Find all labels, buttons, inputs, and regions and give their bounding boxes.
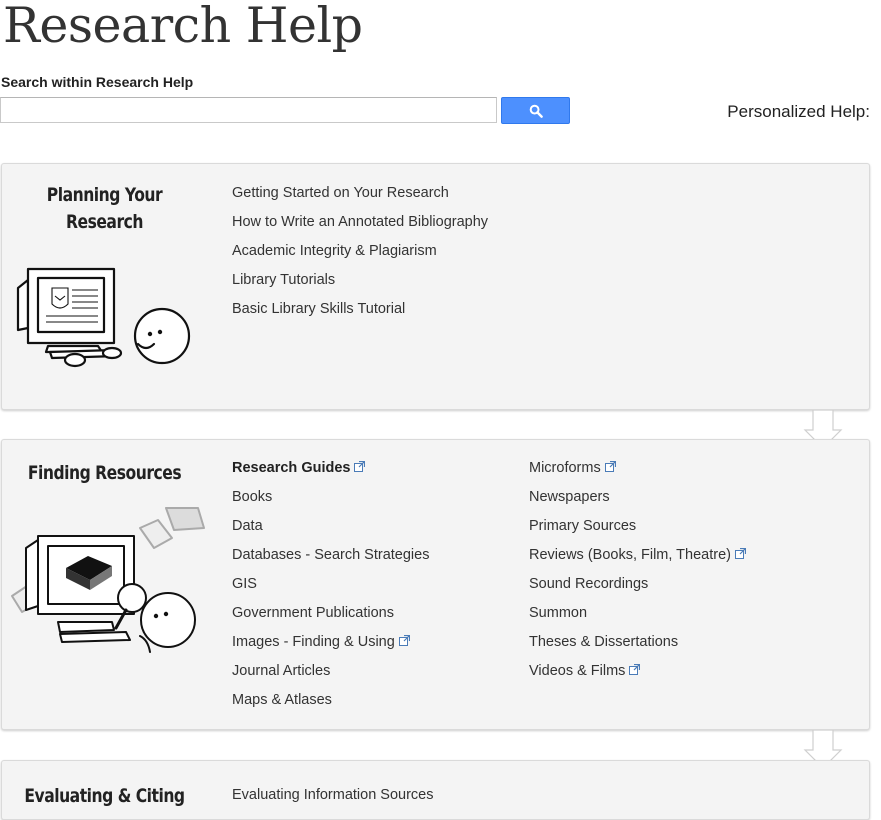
link-maps-atlases[interactable]: Maps & Atlases [232, 692, 332, 708]
link-list-col2: Microforms Newspapers Primary Sources Re… [529, 459, 746, 691]
list-item: Reviews (Books, Film, Theatre) [529, 546, 746, 575]
link-images-finding-using[interactable]: Images - Finding & Using [232, 634, 395, 650]
link-data[interactable]: Data [232, 518, 263, 534]
link-list: Getting Started on Your Research How to … [232, 184, 488, 329]
link-research-guides[interactable]: Research Guides [232, 460, 350, 476]
link-theses-dissertations[interactable]: Theses & Dissertations [529, 634, 678, 650]
list-item: Library Tutorials [232, 271, 488, 300]
link-list-col1: Research Guides Books Data Databases - S… [232, 459, 429, 720]
link-academic-integrity[interactable]: Academic Integrity & Plagiarism [232, 243, 437, 259]
list-item: Microforms [529, 459, 746, 488]
search-button[interactable] [501, 97, 570, 124]
list-item: Books [232, 488, 429, 517]
search-input[interactable] [0, 97, 497, 123]
list-item: Government Publications [232, 604, 429, 633]
section-title-line1: Planning Your [46, 184, 163, 206]
list-item: Academic Integrity & Plagiarism [232, 242, 488, 271]
list-item: Journal Articles [232, 662, 429, 691]
computer-books-magnifier-icon [11, 507, 205, 653]
external-link-icon [734, 548, 746, 559]
search-label: Search within Research Help [1, 74, 194, 90]
link-getting-started[interactable]: Getting Started on Your Research [232, 185, 449, 201]
link-sound-recordings[interactable]: Sound Recordings [529, 576, 648, 592]
section-title: Finding Resources [27, 462, 182, 484]
section-title: Evaluating & Citing [24, 785, 185, 807]
link-government-publications[interactable]: Government Publications [232, 605, 394, 621]
list-item: Maps & Atlases [232, 691, 429, 720]
link-videos-films[interactable]: Videos & Films [529, 663, 625, 679]
list-item: Data [232, 517, 429, 546]
list-item: Images - Finding & Using [232, 633, 429, 662]
link-newspapers[interactable]: Newspapers [529, 489, 610, 505]
link-evaluating-information-sources[interactable]: Evaluating Information Sources [232, 787, 434, 803]
list-item: Videos & Films [529, 662, 746, 691]
list-item: Basic Library Skills Tutorial [232, 300, 488, 329]
page-title: Research Help [3, 0, 363, 54]
list-item: Evaluating Information Sources [232, 786, 434, 815]
link-basic-library-skills[interactable]: Basic Library Skills Tutorial [232, 301, 405, 317]
list-item: Primary Sources [529, 517, 746, 546]
computer-with-smiley-icon [16, 267, 191, 368]
link-primary-sources[interactable]: Primary Sources [529, 518, 636, 534]
section-title: Planning Your Research [20, 182, 188, 236]
list-item: Research Guides [232, 459, 429, 488]
link-list: Evaluating Information Sources [232, 786, 434, 815]
section-evaluating-citing: Evaluating & Citing Evaluating Informati… [1, 760, 870, 820]
link-library-tutorials[interactable]: Library Tutorials [232, 272, 335, 288]
link-journal-articles[interactable]: Journal Articles [232, 663, 330, 679]
external-link-icon [354, 461, 366, 472]
link-databases-search-strategies[interactable]: Databases - Search Strategies [232, 547, 429, 563]
link-gis[interactable]: GIS [232, 576, 257, 592]
list-item: Theses & Dissertations [529, 633, 746, 662]
external-link-icon [629, 664, 641, 675]
list-item: Summon [529, 604, 746, 633]
list-item: Databases - Search Strategies [232, 546, 429, 575]
section-finding-resources: Finding Resources Research Guides Books … [1, 439, 870, 730]
link-microforms[interactable]: Microforms [529, 460, 601, 476]
link-annotated-bibliography[interactable]: How to Write an Annotated Bibliography [232, 214, 488, 230]
section-planning-research: Planning Your Research Getting Started o… [1, 163, 870, 410]
link-summon[interactable]: Summon [529, 605, 587, 621]
external-link-icon [398, 635, 410, 646]
list-item: Getting Started on Your Research [232, 184, 488, 213]
list-item: How to Write an Annotated Bibliography [232, 213, 488, 242]
list-item: GIS [232, 575, 429, 604]
list-item: Newspapers [529, 488, 746, 517]
personalized-help-label: Personalized Help: [727, 102, 870, 121]
section-title-line2: Research [65, 211, 144, 233]
link-reviews[interactable]: Reviews (Books, Film, Theatre) [529, 547, 731, 563]
search-icon [529, 104, 543, 118]
list-item: Sound Recordings [529, 575, 746, 604]
external-link-icon [604, 461, 616, 472]
link-books[interactable]: Books [232, 489, 272, 505]
